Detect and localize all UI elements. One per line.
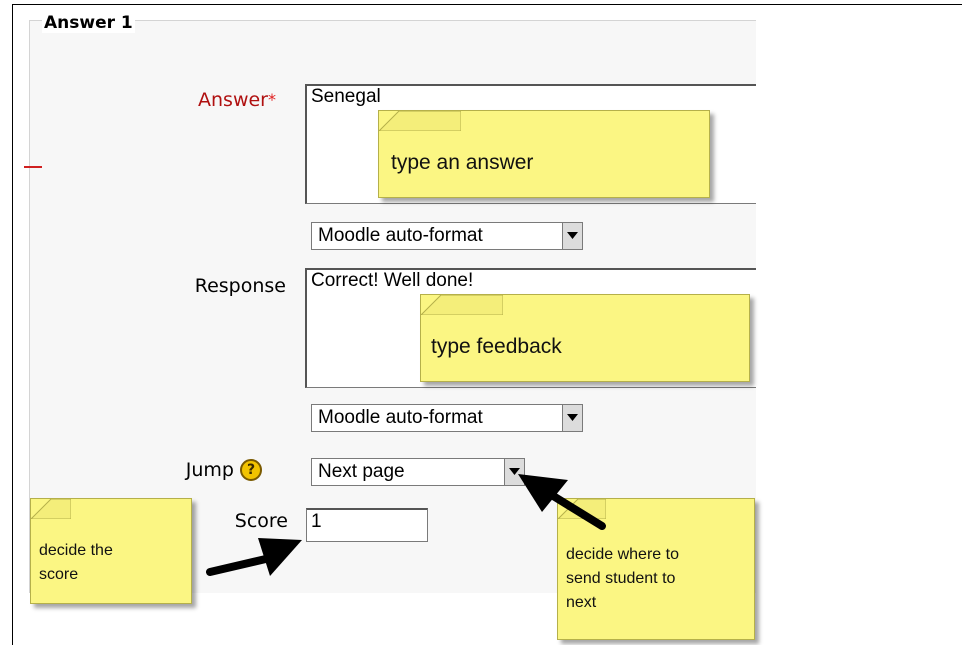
note-fold-icon [379,111,461,131]
chevron-down-icon[interactable] [562,223,582,249]
arrow-to-score-icon [206,538,302,576]
blurred-area [30,620,180,645]
answer-format-value: Moodle auto-format [318,225,483,246]
help-icon[interactable]: ? [240,459,262,481]
score-input[interactable]: 1 [306,508,428,542]
jump-label: Jump [185,459,234,481]
note-fold-icon [421,295,503,315]
note-jump-line1: decide where to [566,546,679,563]
note-type-answer: type an answer [378,110,710,198]
response-label: Response [194,275,286,297]
response-format-select[interactable]: Moodle auto-format [311,404,583,432]
required-star-icon: * [268,90,276,109]
jump-value: Next page [318,461,405,482]
answer-label: Answer* [198,88,276,112]
note-answer-text: type an answer [391,151,534,174]
arrow-to-jump-icon [518,474,606,530]
jump-select[interactable]: Next page [311,458,525,486]
answer-format-select[interactable]: Moodle auto-format [311,222,583,250]
error-margin-mark [24,166,42,168]
note-fold-icon [31,499,71,519]
note-feedback-text: type feedback [431,335,562,358]
note-jump-line2: send student to [566,570,676,587]
note-score-line2: score [39,566,79,583]
note-type-feedback: type feedback [420,294,750,382]
note-jump-line3: next [566,594,597,611]
answer-label-text: Answer [198,89,268,111]
chevron-down-icon[interactable] [562,405,582,431]
note-score-line1: decide the [39,542,113,559]
fieldset-legend: Answer 1 [42,13,135,33]
note-decide-score: decide the score [30,498,192,604]
response-format-value: Moodle auto-format [318,407,483,428]
